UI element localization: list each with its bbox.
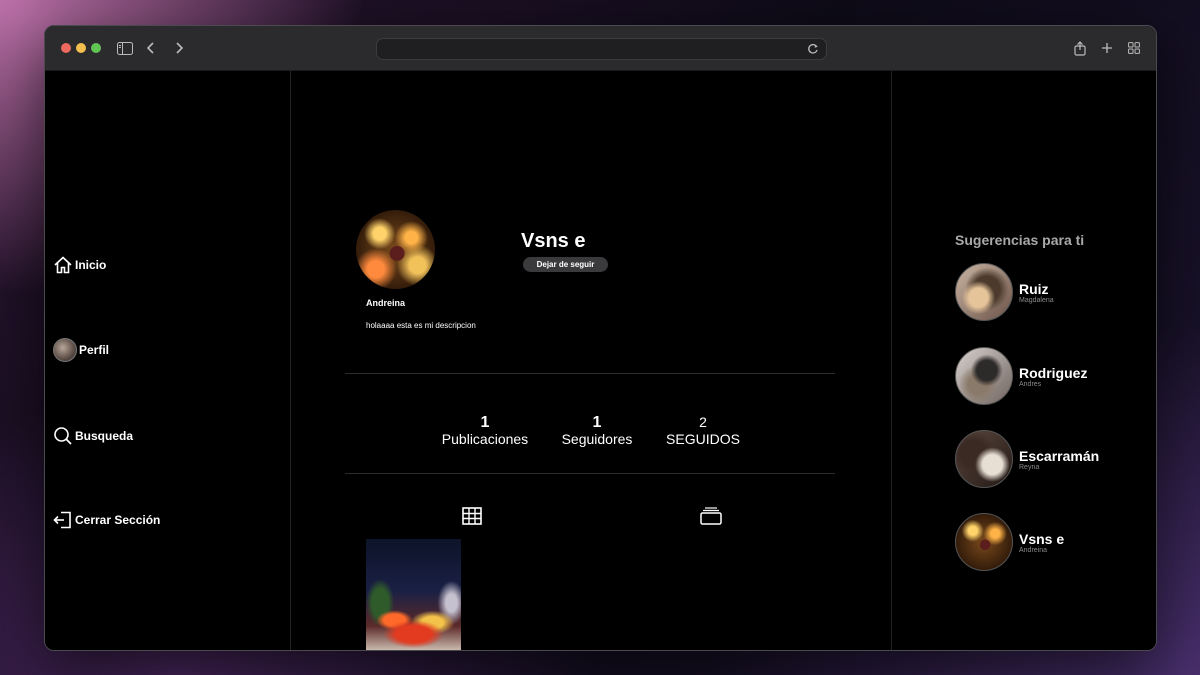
sidebar-item-label: Perfil [79, 343, 110, 357]
sidebar-divider [290, 71, 291, 650]
sidebar-item-busqueda[interactable]: Busqueda [53, 426, 133, 446]
carousel-icon[interactable] [700, 505, 722, 527]
suggestion-subtitle: Magdalena [1019, 296, 1054, 304]
share-icon[interactable] [1070, 38, 1090, 58]
stat-value: 2 [699, 414, 707, 430]
suggestion-item[interactable]: Escarramán Reyna [955, 430, 1099, 488]
suggestion-item[interactable]: Rodriguez Andres [955, 347, 1087, 405]
avatar [955, 430, 1013, 488]
page-content: Inicio Perfil Busqueda Cerrar Sección Vs… [45, 71, 1156, 650]
suggestion-subtitle: Andres [1019, 380, 1042, 388]
suggestions-divider [891, 71, 892, 650]
logout-icon [53, 511, 71, 529]
avatar [955, 347, 1013, 405]
suggestion-name: Rodriguez [1019, 364, 1088, 381]
minimize-window-button[interactable] [76, 43, 86, 53]
forward-arrow-icon[interactable] [169, 38, 189, 58]
stat-value: 1 [480, 414, 490, 431]
sidebar-toggle-icon[interactable] [115, 38, 135, 58]
divider [345, 473, 835, 474]
stat-publicaciones[interactable]: 1 Publicaciones [441, 414, 529, 448]
suggestion-subtitle: Andreina [1019, 546, 1048, 554]
tab-overview-icon[interactable] [1124, 38, 1144, 58]
suggestion-name: Ruiz [1019, 280, 1049, 297]
profile-username: Vsns e [521, 230, 586, 252]
stat-label: Publicaciones [441, 431, 529, 447]
close-window-button[interactable] [61, 43, 71, 53]
sidebar-item-inicio[interactable]: Inicio [53, 255, 106, 275]
sidebar-item-label: Inicio [75, 258, 107, 272]
sidebar-item-cerrar-seccion[interactable]: Cerrar Sección [53, 510, 160, 530]
sidebar-item-label: Cerrar Sección [75, 513, 161, 527]
stat-seguidores[interactable]: 1 Seguidores [557, 414, 637, 448]
suggestion-item[interactable]: Vsns e Andreina [955, 513, 1064, 571]
stat-seguidos[interactable]: 2 SEGUIDOS [663, 414, 743, 448]
sidebar-item-label: Busqueda [75, 429, 134, 443]
home-icon [54, 256, 72, 274]
profile-bio: holaaaa esta es mi descripcion [366, 321, 476, 330]
suggestion-name: Vsns e [1019, 530, 1065, 547]
avatar [955, 263, 1013, 321]
post-thumbnail[interactable] [366, 539, 461, 650]
new-tab-plus-icon[interactable] [1097, 38, 1117, 58]
stat-label: Seguidores [561, 431, 633, 447]
avatar [955, 513, 1013, 571]
suggestion-subtitle: Reyna [1019, 463, 1040, 471]
grid-icon[interactable] [461, 505, 483, 527]
stat-value: 1 [592, 414, 602, 431]
avatar [53, 338, 77, 362]
stat-label: SEGUIDOS [666, 431, 740, 447]
reload-icon[interactable] [806, 42, 820, 56]
search-icon [54, 427, 72, 445]
divider [345, 373, 835, 374]
back-arrow-icon[interactable] [141, 38, 161, 58]
maximize-window-button[interactable] [91, 43, 101, 53]
unfollow-button[interactable]: Dejar de seguir [523, 257, 608, 272]
address-bar[interactable] [376, 38, 827, 60]
profile-display-name: Andreina [366, 298, 406, 308]
browser-window: Inicio Perfil Busqueda Cerrar Sección Vs… [44, 25, 1157, 651]
suggestions-title: Sugerencias para ti [955, 232, 1085, 248]
suggestion-name: Escarramán [1019, 447, 1100, 464]
browser-titlebar [45, 26, 1156, 71]
sidebar-item-perfil[interactable]: Perfil [53, 338, 109, 362]
suggestion-item[interactable]: Ruiz Magdalena [955, 263, 1054, 321]
profile-avatar [356, 210, 435, 289]
